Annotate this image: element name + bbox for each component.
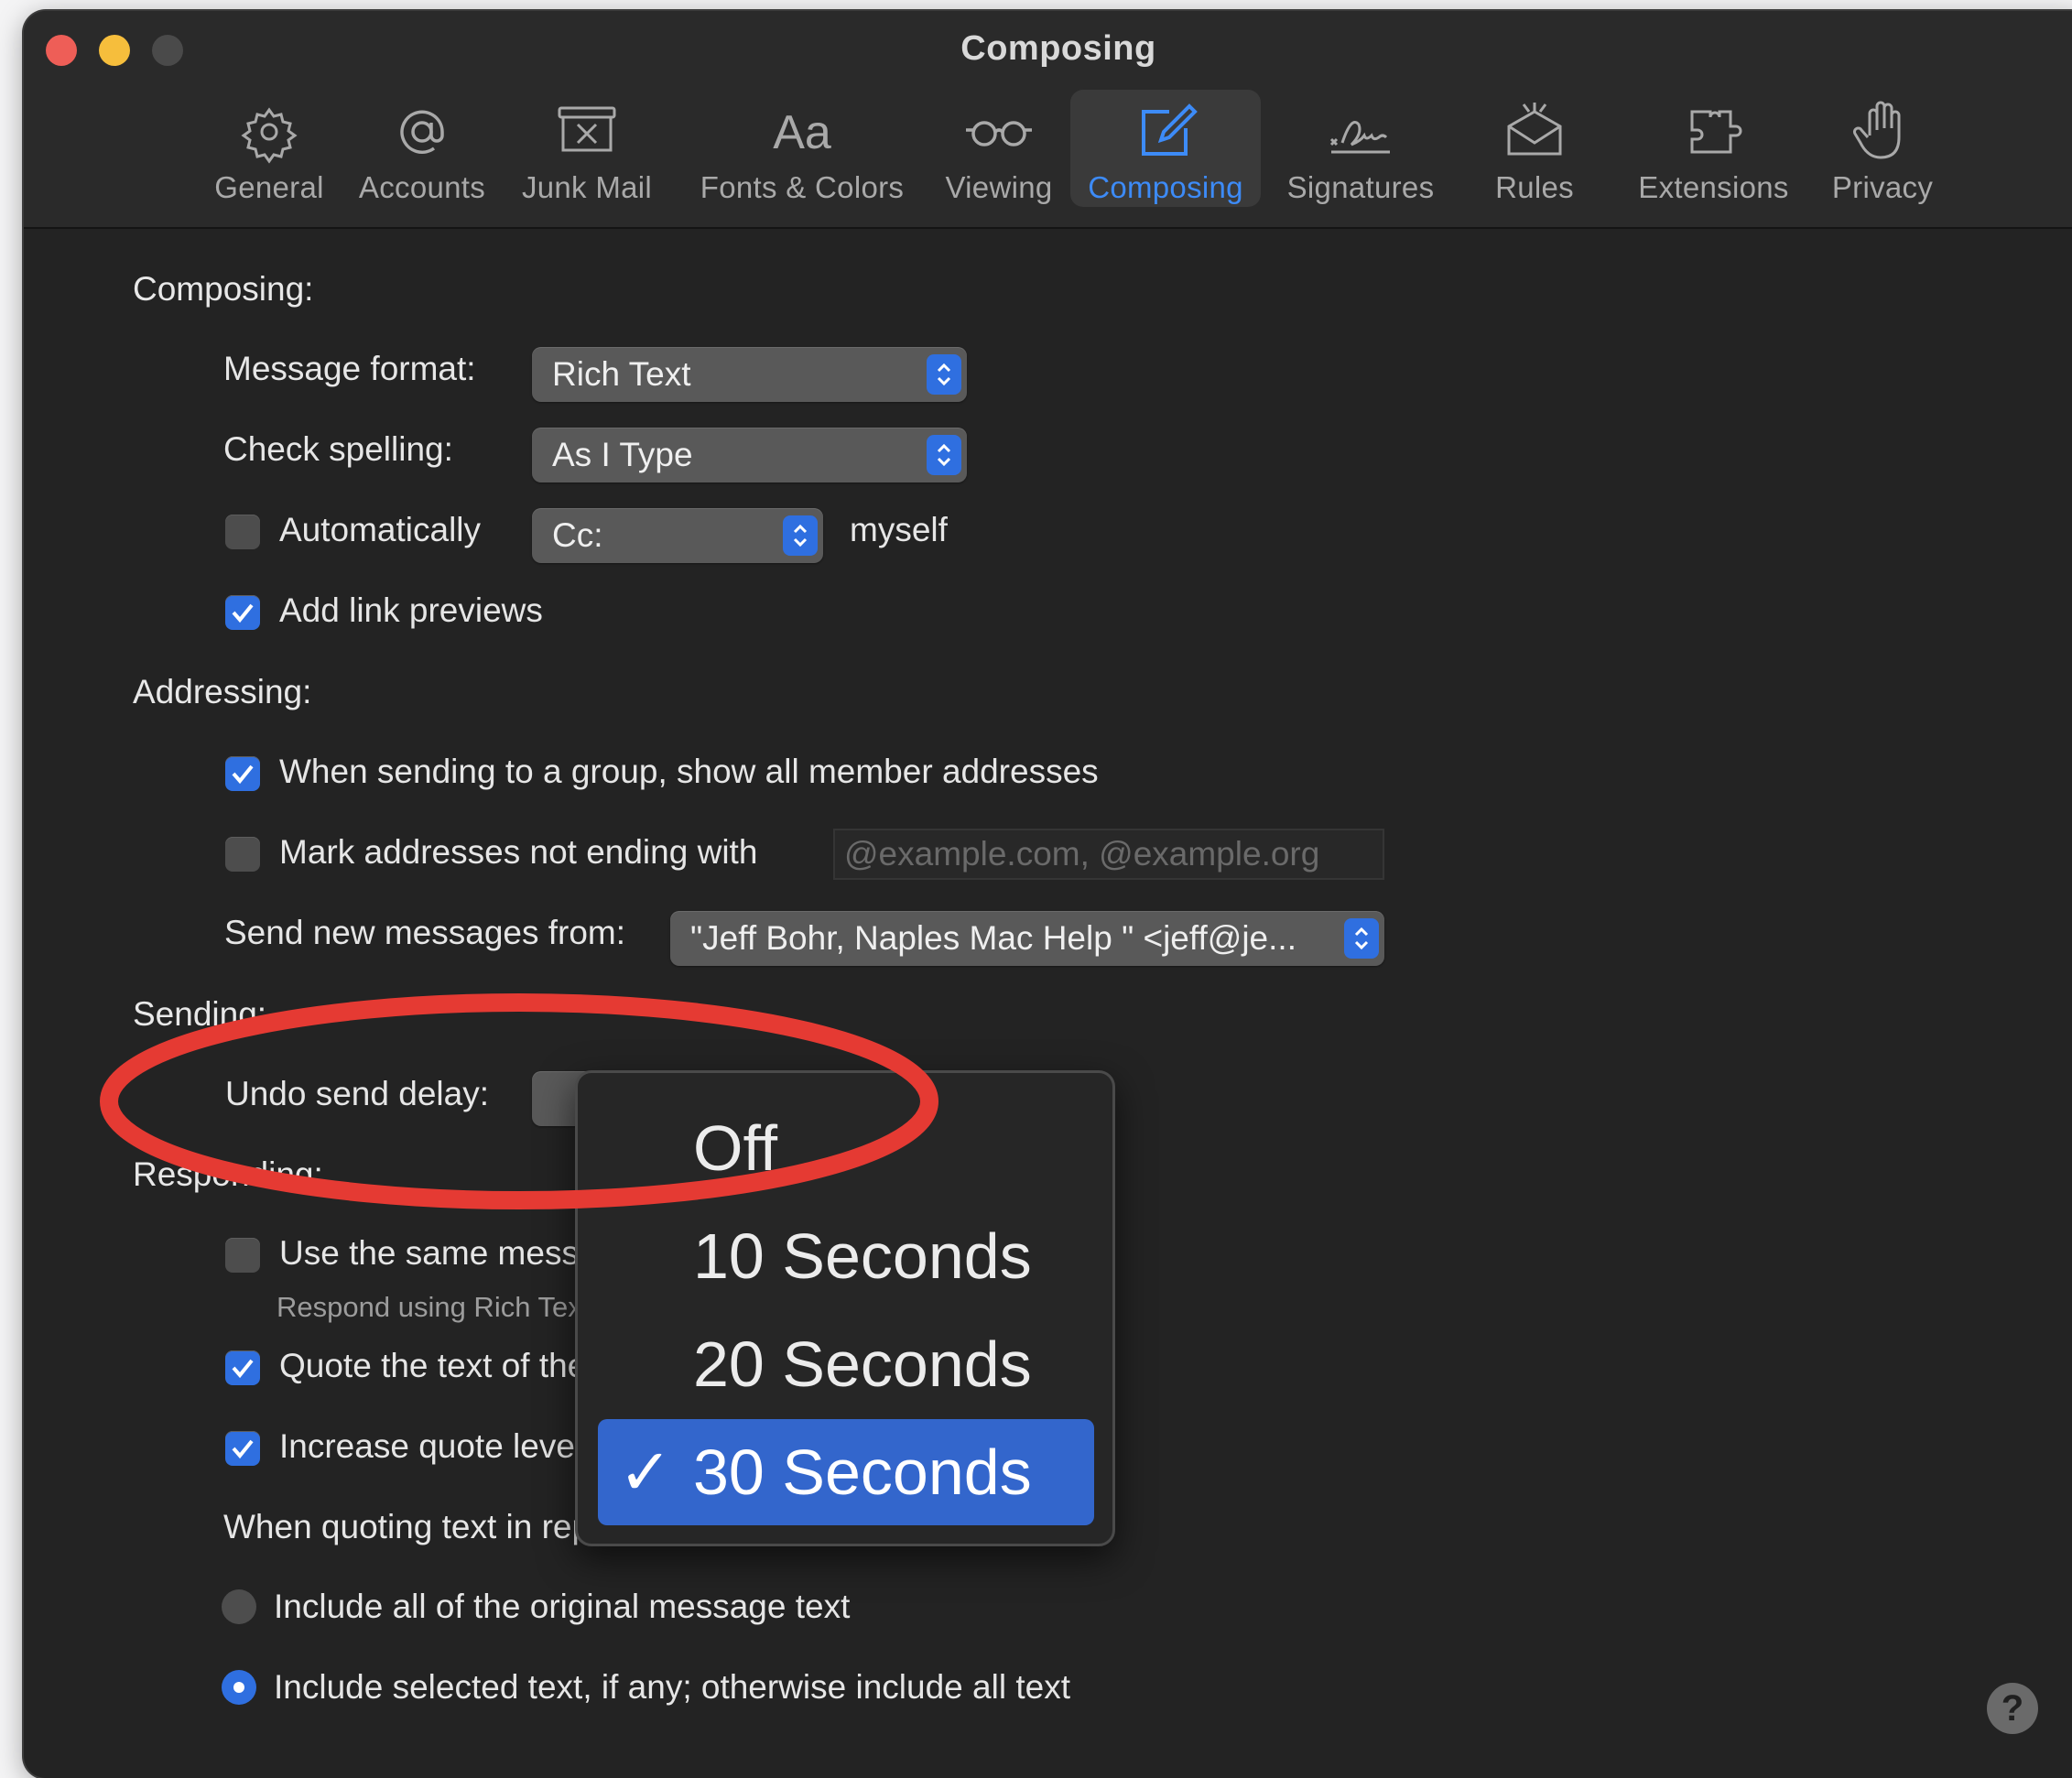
tab-junk-mail[interactable]: Junk Mail [518,90,656,207]
rules-envelope-icon [1507,103,1562,156]
updown-chevron-icon [927,354,961,395]
add-link-previews-label: Add link previews [279,591,543,629]
check-spelling-popup[interactable]: As I Type [532,428,967,482]
help-button[interactable]: ? [1987,1683,2038,1734]
tab-composing[interactable]: Composing [1070,90,1261,207]
gear-icon [241,107,298,164]
svg-text:Aa: Aa [773,106,831,159]
send-from-popup[interactable]: "Jeff Bohr, Naples Mac Help " <jeff@je..… [670,911,1384,966]
sending-heading: Sending: [133,995,267,1033]
updown-chevron-icon [783,515,818,556]
message-format-popup[interactable]: Rich Text [532,347,967,402]
auto-cc-popup[interactable]: Cc: [532,508,823,563]
checkmark-icon [232,764,254,785]
checkmark-icon [232,1439,254,1459]
include-all-radio[interactable] [222,1589,256,1624]
menu-item-off[interactable]: Off [598,1095,1094,1201]
undo-send-delay-label: Undo send delay: [225,1075,489,1112]
responding-heading: Responding: [133,1155,323,1193]
addressing-heading: Addressing: [133,673,312,710]
tab-general[interactable]: General [205,90,333,207]
composing-heading: Composing: [133,270,314,308]
show-group-addresses-label: When sending to a group, show all member… [279,753,1099,790]
same-format-checkbox[interactable] [225,1238,260,1273]
show-group-addresses-checkbox[interactable] [225,756,260,791]
font-aa-icon: Aa [773,106,831,159]
check-spelling-label: Check spelling: [223,430,453,468]
at-sign-icon [400,110,444,154]
preferences-window: Composing General Accounts Junk Mail Aa … [24,11,2072,1778]
include-all-label: Include all of the original message text [274,1588,851,1625]
undo-delay-menu: Off 10 Seconds 20 Seconds ✓ 30 Seconds [575,1070,1115,1546]
puzzle-piece-icon [1690,110,1741,154]
mark-addresses-field[interactable]: @example.com, @example.org [833,829,1384,880]
mark-addresses-label: Mark addresses not ending with [279,833,758,871]
automatically-label: Automatically [279,511,482,548]
menu-item-10-seconds[interactable]: 10 Seconds [598,1203,1094,1309]
mark-addresses-checkbox[interactable] [225,837,260,872]
menu-item-30-seconds[interactable]: ✓ 30 Seconds [598,1419,1094,1525]
tab-privacy[interactable]: Privacy [1823,90,1942,207]
hand-icon [1853,101,1901,159]
glasses-icon [966,121,1032,146]
tab-signatures[interactable]: Signatures [1278,90,1443,207]
signature-icon [1329,121,1390,154]
checkmark-icon [232,603,254,623]
increase-quote-checkbox[interactable] [225,1431,260,1466]
checkmark-icon [232,1359,254,1379]
toolbar: Composing General Accounts Junk Mail Aa … [24,11,2072,229]
window-title: Composing [960,29,1156,68]
send-from-label: Send new messages from: [224,914,626,951]
compose-pencil-icon [1142,103,1198,156]
message-format-label: Message format: [223,350,476,387]
include-selected-radio[interactable] [222,1670,256,1705]
junk-bin-icon [558,106,616,152]
add-link-previews-checkbox[interactable] [225,595,260,630]
tab-accounts[interactable]: Accounts [353,90,491,207]
tab-extensions[interactable]: Extensions [1633,90,1794,207]
checkmark-icon: ✓ [618,1436,673,1508]
automatically-cc-checkbox[interactable] [225,515,260,549]
quote-text-checkbox[interactable] [225,1350,260,1385]
tab-viewing[interactable]: Viewing [939,90,1058,207]
include-selected-label: Include selected text, if any; otherwise… [274,1668,1070,1706]
myself-label: myself [850,511,948,548]
updown-chevron-icon [1344,918,1379,959]
tab-rules[interactable]: Rules [1480,90,1589,207]
tab-fonts-colors[interactable]: Aa Fonts & Colors [692,90,912,207]
menu-item-20-seconds[interactable]: 20 Seconds [598,1311,1094,1417]
increase-quote-label: Increase quote level [279,1427,583,1465]
updown-chevron-icon [927,435,961,475]
